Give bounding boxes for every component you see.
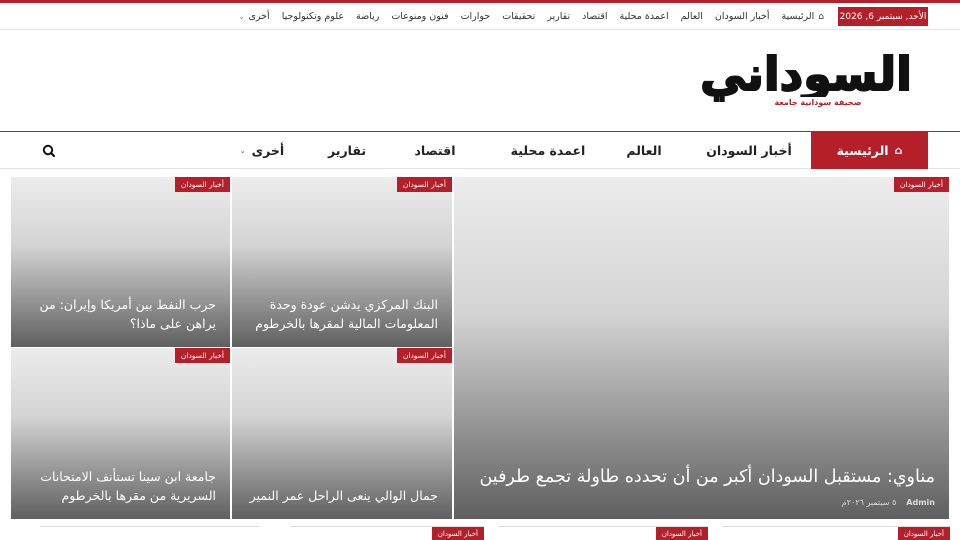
- top-nav-columns[interactable]: اعمدة محلية: [620, 11, 669, 22]
- top-nav-more-label: أخرى: [248, 11, 270, 22]
- article-title[interactable]: البنك المركزي يدشن عودة وحدة المعلومات ا…: [246, 295, 438, 333]
- top-nav-economy[interactable]: اقتصاد: [582, 11, 607, 22]
- category-badge[interactable]: أخبار السودان: [893, 177, 949, 192]
- top-nav-investigations[interactable]: تحقيقات: [502, 11, 535, 22]
- top-nav-arts[interactable]: فنون ومنوعات: [391, 11, 448, 22]
- nav-local-columns[interactable]: اعمدة محلية: [500, 132, 596, 169]
- article-card[interactable]: أخبار السودان جمال الوالي ينعى الراحل عم…: [232, 348, 452, 519]
- article-date: ٥ سبتمبر ٢٠٢٦م: [841, 498, 897, 507]
- top-nav-interviews[interactable]: حوارات: [461, 11, 491, 22]
- author-name[interactable]: Admin: [906, 498, 935, 507]
- article-card[interactable]: أخبار السودان حرب النفط بين أمريكا وإيرا…: [11, 177, 230, 347]
- top-bar: الأحد, سبتمبر 6, 2026 ⌂ الرئيسية أخبار ال…: [0, 3, 960, 30]
- top-nav-label: الرئيسية: [781, 11, 815, 22]
- logo-wordmark: السوداني: [700, 50, 912, 101]
- main-nav: ⌂ الرئيسية أخبار السودان العالم اعمدة مح…: [0, 132, 960, 169]
- top-nav-more[interactable]: أخرى ⌄: [239, 11, 270, 22]
- search-icon[interactable]: [40, 142, 58, 160]
- nav-economy[interactable]: اقتصاد: [404, 132, 466, 169]
- logo-image: السوداني صحيفة سودانية جامعة: [699, 46, 913, 107]
- top-nav-reports[interactable]: تقارير: [547, 11, 570, 22]
- home-icon: ⌂: [818, 11, 824, 22]
- category-badge[interactable]: أخبار السودان: [174, 348, 230, 363]
- category-badge[interactable]: أخبار السودان: [396, 177, 452, 192]
- bottom-article-card[interactable]: أخبار السودان: [290, 526, 484, 540]
- bottom-article-card[interactable]: أخبار السودان: [722, 526, 950, 540]
- top-nav: ⌂ الرئيسية أخبار السودان العالم اعمدة محل…: [239, 3, 824, 30]
- article-title[interactable]: جمال الوالي ينعى الراحل عمر النمير: [246, 486, 438, 505]
- category-badge[interactable]: أخبار السودان: [174, 177, 230, 192]
- nav-reports[interactable]: تقارير: [318, 132, 376, 169]
- top-nav-sports[interactable]: رياضة: [356, 11, 379, 22]
- top-nav-sudan[interactable]: أخبار السودان: [715, 11, 770, 22]
- nav-home-label: الرئيسية: [836, 143, 889, 158]
- article-meta: Admin ٥ سبتمبر ٢٠٢٦م: [842, 498, 935, 507]
- nav-world[interactable]: العالم: [612, 132, 676, 169]
- bottom-article-card[interactable]: أخبار السودان: [498, 526, 708, 540]
- site-logo[interactable]: السوداني صحيفة سودانية جامعة: [698, 46, 913, 114]
- category-badge[interactable]: أخبار السودان: [396, 348, 452, 363]
- top-nav-science[interactable]: علوم وتكنولوجيا: [282, 11, 344, 22]
- chevron-down-icon: ⌄: [238, 12, 245, 21]
- top-nav-world[interactable]: العالم: [681, 11, 703, 22]
- featured-article[interactable]: أخبار السودان مناوي: مستقبل السودان أكبر…: [454, 177, 949, 519]
- category-badge[interactable]: أخبار السودان: [655, 527, 708, 540]
- category-badge[interactable]: أخبار السودان: [431, 527, 484, 540]
- logo-tagline: صحيفة سودانية جامعة: [775, 98, 862, 107]
- nav-more[interactable]: أخرى ⌄: [232, 132, 292, 169]
- article-title[interactable]: جامعة ابن سينا تستأنف الامتحانات السريري…: [25, 467, 216, 505]
- nav-sudan-news[interactable]: أخبار السودان: [700, 132, 798, 169]
- featured-title[interactable]: مناوي: مستقبل السودان أكبر من أن تحدده ط…: [474, 465, 935, 489]
- sidebar-widget: [40, 526, 260, 540]
- article-card[interactable]: أخبار السودان جامعة ابن سينا تستأنف الام…: [11, 348, 230, 519]
- nav-home[interactable]: ⌂ الرئيسية: [811, 132, 928, 169]
- nav-more-label: أخرى: [251, 143, 285, 158]
- article-title[interactable]: حرب النفط بين أمريكا وإيران: من يراهن عل…: [25, 295, 216, 333]
- top-nav-home[interactable]: ⌂ الرئيسية: [782, 11, 824, 22]
- home-icon: ⌂: [894, 144, 903, 157]
- chevron-down-icon: ⌄: [239, 146, 246, 155]
- article-card[interactable]: أخبار السودان البنك المركزي يدشن عودة وح…: [232, 177, 452, 347]
- category-badge[interactable]: أخبار السودان: [897, 527, 950, 540]
- date-badge: الأحد, سبتمبر 6, 2026: [838, 7, 928, 26]
